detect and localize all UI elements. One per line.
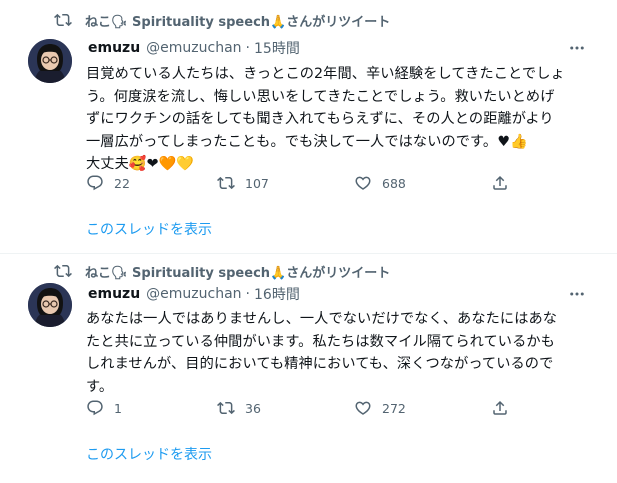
tweet-text: 目覚めている人たちは、きっとこの2年間、辛い経験をしてきたことでしょ う。何度涙… (86, 63, 606, 176)
tweet-time[interactable]: 16時間 (254, 284, 300, 304)
author-name[interactable]: emuzu (88, 286, 140, 302)
reply-count: 1 (114, 400, 122, 416)
author-name[interactable]: emuzu (88, 40, 140, 56)
action-bar: 1 36 272 (86, 398, 566, 418)
reply-button[interactable]: 22 (86, 173, 130, 193)
reply-count: 22 (114, 175, 130, 191)
reply-icon (87, 400, 103, 416)
tweet-text-line: たと共に立っている仲間がいます。私たちは数マイル隔てられているかも (86, 333, 555, 350)
more-icon[interactable] (567, 284, 587, 304)
tweet-header: emuzu @emuzuchan · 16時間 (88, 284, 300, 304)
tweet-text-line: う。何度涙を流し、悔しい思いをしてきたことでしょう。救いたいとめげ (86, 88, 555, 105)
tweet-text-line: しれませんが、目的においても精神においても、深くつながっているので (86, 356, 554, 373)
tweet-header: emuzu @emuzuchan · 15時間 (88, 38, 300, 58)
share-button[interactable] (491, 398, 519, 418)
tweet-text-line: 目覚めている人たちは、きっとこの2年間、辛い経験をしてきたことでしょ (86, 66, 565, 82)
like-icon (355, 401, 371, 415)
reply-icon (87, 175, 103, 191)
author-handle[interactable]: @emuzuchan (146, 40, 241, 56)
like-button[interactable]: 272 (354, 398, 406, 418)
tweet[interactable]: ねこ🗣 Spirituality speech🙏さんがリツイート emuzu @… (0, 0, 617, 252)
tweet-text-line: ずにワクチンの話をしても聞き入れてもらえずに、その人との距離がより (86, 111, 554, 128)
like-button[interactable]: 688 (354, 173, 406, 193)
more-icon[interactable] (567, 38, 587, 58)
retweet-icon (217, 176, 235, 190)
retweet-label[interactable]: ねこ🗣 Spirituality speech🙏さんがリツイート (85, 262, 390, 281)
retweet-count: 107 (245, 175, 269, 191)
like-icon (355, 176, 371, 190)
tweet[interactable]: ねこ🗣 Spirituality speech🙏さんがリツイート emuzu @… (0, 254, 617, 483)
retweet-icon (217, 401, 235, 415)
tweet-time[interactable]: 15時間 (254, 38, 300, 58)
avatar[interactable] (28, 283, 72, 327)
share-button[interactable] (491, 173, 519, 193)
tweet-text: あなたは一人ではありませんし、一人でないだけでなく、あなたにはあな たと共に立っ… (86, 308, 606, 398)
retweet-icon (54, 264, 72, 278)
share-icon (493, 175, 507, 190)
author-handle[interactable]: @emuzuchan (146, 286, 241, 302)
tweet-text-line: 一層広がってしまったことも。でも決して一人ではないのです。♥👍 (86, 133, 528, 150)
retweet-button[interactable]: 36 (217, 398, 261, 418)
like-count: 688 (382, 175, 406, 191)
retweet-count: 36 (245, 400, 261, 416)
show-thread-link[interactable]: このスレッドを表示 (86, 219, 212, 239)
retweet-button[interactable]: 107 (217, 173, 269, 193)
retweet-label[interactable]: ねこ🗣 Spirituality speech🙏さんがリツイート (85, 11, 390, 30)
like-count: 272 (382, 400, 406, 416)
separator: · (245, 286, 250, 302)
separator: · (245, 40, 250, 56)
reply-button[interactable]: 1 (86, 398, 122, 418)
tweet-text-line: あなたは一人ではありませんし、一人でないだけでなく、あなたにはあな (86, 311, 558, 327)
retweet-icon (54, 13, 72, 27)
avatar[interactable] (28, 39, 72, 83)
show-thread-link[interactable]: このスレッドを表示 (86, 444, 212, 464)
action-bar: 22 107 688 (86, 173, 566, 193)
tweet-text-line: す。 (86, 378, 114, 395)
share-icon (493, 400, 507, 415)
